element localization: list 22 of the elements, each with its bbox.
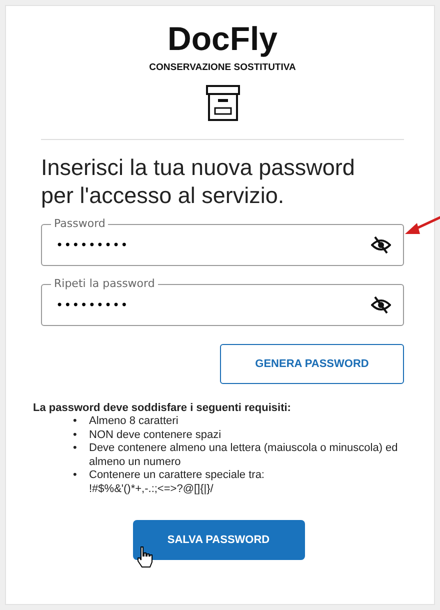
hide-password-icon[interactable]: [371, 236, 391, 254]
bullet: •: [73, 415, 78, 428]
page-heading: Inserisci la tua nuova password per l'accesso al servizio.: [41, 154, 356, 210]
generate-password-button[interactable]: GENERA PASSWORD: [220, 344, 404, 384]
requirements-title: La password deve soddisfare i seguenti requisiti:: [33, 402, 291, 414]
password-value: •••••••••: [56, 238, 130, 252]
bullet: •: [73, 428, 78, 442]
requirement-item: Almeno 8 caratteri: [89, 415, 178, 428]
hand-cursor-icon: [136, 546, 154, 568]
password-value: •••••••••: [56, 298, 130, 312]
field-label: Ripeti la password: [51, 277, 158, 291]
archive-box-icon: [206, 85, 240, 121]
arrow-icon: [403, 215, 440, 237]
bullet: •: [73, 442, 78, 456]
bullet: •: [73, 469, 78, 483]
requirement-item: NON deve contenere spazi: [89, 428, 222, 442]
save-password-button[interactable]: SALVA PASSWORD: [132, 520, 304, 560]
requirement-item: Deve contenere almeno una lettera (maiuscola o minuscola) ed almeno un numero: [89, 442, 399, 469]
logo-subtitle: CONSERVAZIONE SOSTITUTIVA: [149, 62, 296, 73]
logo-title: DocFly: [167, 20, 278, 58]
hide-password-icon[interactable]: [371, 296, 391, 314]
requirement-item: Contenere un carattere speciale tra: !#$%&'()*+,-.:;<=>?@[]{|}/: [89, 469, 264, 496]
